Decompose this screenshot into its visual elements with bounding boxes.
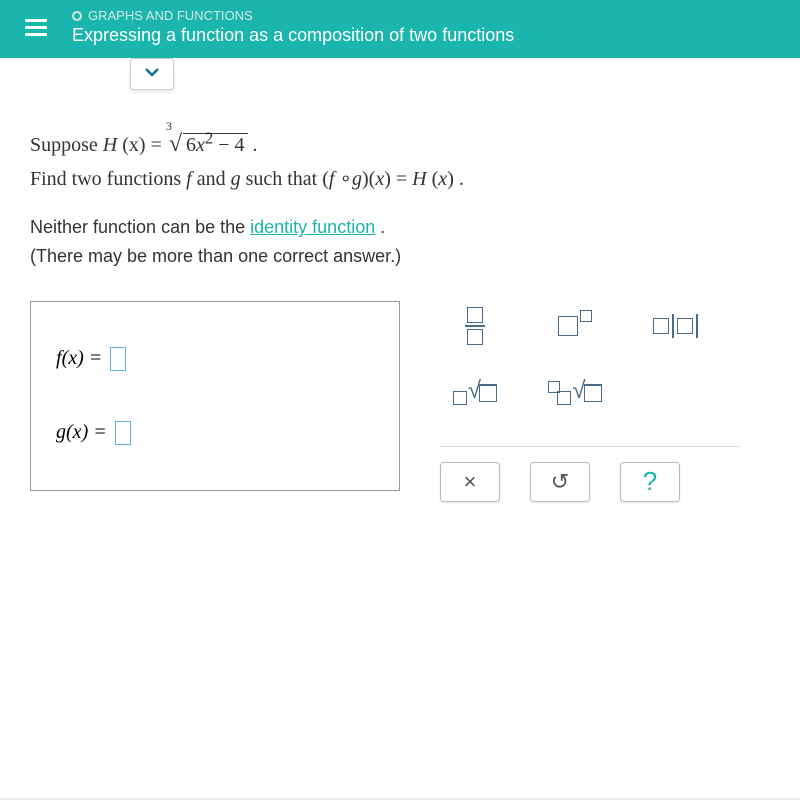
f-input[interactable] [110, 347, 126, 371]
category-dot-icon [72, 11, 82, 21]
math-toolbox: √ √ × ↺ [440, 301, 740, 502]
identity-function-link[interactable]: identity function [250, 217, 375, 237]
radicand: 6x2 − 4 [183, 133, 248, 156]
h-symbol: H [103, 134, 117, 156]
category-text: GRAPHS AND FUNCTIONS [88, 8, 253, 23]
g-label: g(x) = [56, 421, 107, 444]
cube-root-expr: 3 √ 6x2 − 4 [169, 125, 248, 163]
root-index: 3 [166, 117, 172, 136]
header-text: GRAPHS AND FUNCTIONS Expressing a functi… [72, 8, 514, 46]
undo-icon: ↺ [551, 469, 569, 495]
page-title: Expressing a function as a composition o… [72, 25, 514, 46]
h-arg: (x) = [122, 134, 167, 156]
app-header: GRAPHS AND FUNCTIONS Expressing a functi… [0, 0, 800, 58]
content-area: Suppose H (x) = 3 √ 6x2 − 4 . Find two f… [0, 58, 800, 798]
g-input[interactable] [115, 421, 131, 445]
composition-expr: (f ∘g)(x) = H (x) [322, 168, 454, 190]
g-answer-row: g(x) = [56, 421, 374, 445]
f-label: f(x) = [56, 347, 102, 370]
nth-root-tool[interactable]: √ [540, 366, 610, 416]
help-button[interactable]: ? [620, 462, 680, 502]
f-answer-row: f(x) = [56, 347, 374, 371]
clear-button[interactable]: × [440, 462, 500, 502]
undo-button[interactable]: ↺ [530, 462, 590, 502]
instruction-line-3: (There may be more than one correct answ… [30, 242, 770, 271]
category-label: GRAPHS AND FUNCTIONS [72, 8, 514, 23]
tool-row-1 [440, 301, 740, 351]
chevron-down-icon [145, 66, 159, 78]
suppose-text: Suppose [30, 134, 103, 156]
absolute-value-tool[interactable] [640, 301, 710, 351]
sqrt-tool[interactable]: √ [440, 366, 510, 416]
help-icon: ? [643, 466, 657, 497]
equation-line: Suppose H (x) = 3 √ 6x2 − 4 . [30, 125, 770, 163]
tool-row-2: √ √ [440, 366, 740, 416]
exponent-tool[interactable] [540, 301, 610, 351]
close-icon: × [464, 469, 477, 495]
fraction-tool[interactable] [440, 301, 510, 351]
instruction-line-2: Neither function can be the identity fun… [30, 213, 770, 242]
period: . [253, 134, 258, 156]
action-row: × ↺ ? [440, 446, 740, 502]
menu-icon[interactable] [20, 14, 52, 41]
dropdown-toggle[interactable] [130, 58, 174, 90]
problem-statement: Suppose H (x) = 3 √ 6x2 − 4 . Find two f… [30, 125, 770, 271]
instruction-line-1: Find two functions f and g such that (f … [30, 163, 770, 195]
answer-box: f(x) = g(x) = [30, 301, 400, 491]
answer-area: f(x) = g(x) = [30, 301, 770, 502]
